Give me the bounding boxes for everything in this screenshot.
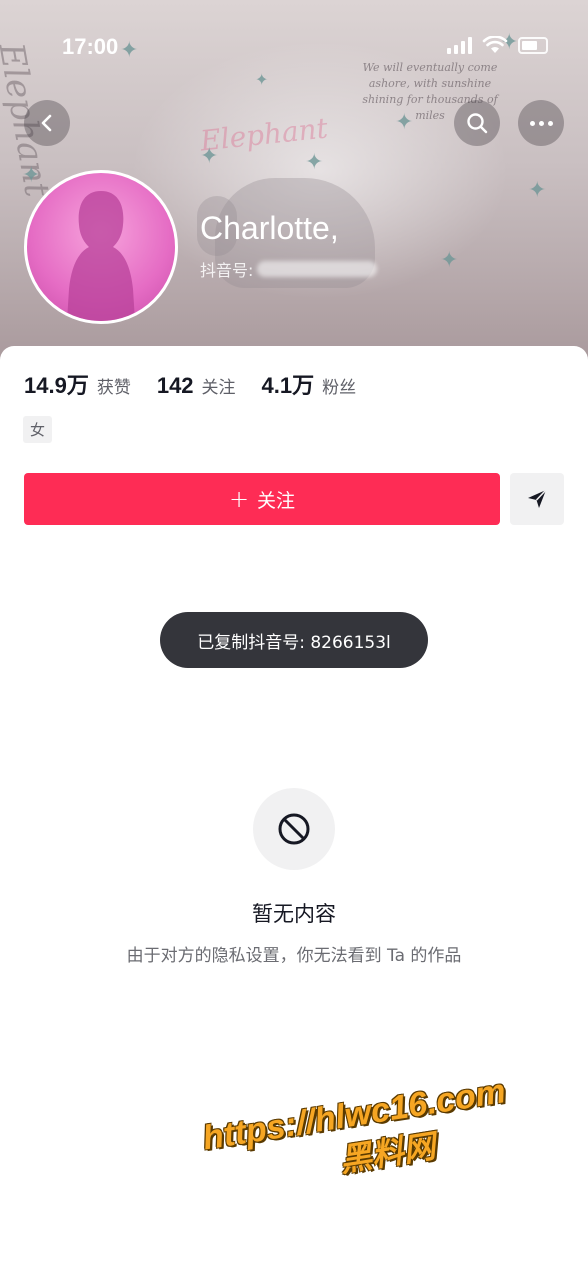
follow-button[interactable]: + 关注 bbox=[24, 473, 500, 525]
star-decoration: ✦ bbox=[395, 110, 414, 135]
paper-plane-icon bbox=[528, 489, 547, 508]
stat-likes-value: 14.9万 bbox=[24, 373, 89, 398]
stat-likes-label: 获赞 bbox=[96, 378, 131, 398]
empty-state-icon-wrapper bbox=[253, 788, 335, 870]
cellular-signal-icon bbox=[447, 36, 472, 54]
profile-stats: 14.9万 获赞 142 关注 4.1万 粉丝 bbox=[24, 368, 356, 400]
stat-following-label: 关注 bbox=[201, 378, 236, 398]
empty-state-description: 由于对方的隐私设置，你无法看到 Ta 的作品 bbox=[126, 946, 462, 966]
search-icon bbox=[467, 113, 488, 134]
search-button[interactable] bbox=[454, 100, 500, 146]
avatar-silhouette-image bbox=[67, 191, 135, 321]
star-decoration: ✦ bbox=[120, 38, 139, 63]
more-dots-icon bbox=[529, 120, 553, 126]
star-decoration: ✦ bbox=[528, 178, 547, 203]
empty-state-title: 暂无内容 bbox=[252, 902, 336, 926]
status-bar-icons bbox=[447, 36, 548, 54]
stat-followers-value: 4.1万 bbox=[261, 373, 315, 398]
wifi-icon bbox=[482, 36, 508, 53]
battery-icon bbox=[518, 37, 548, 54]
plus-icon: + bbox=[228, 485, 250, 513]
stat-likes[interactable]: 14.9万 获赞 bbox=[24, 368, 131, 400]
star-decoration: ✦ bbox=[200, 144, 219, 169]
star-decoration: ✦ bbox=[255, 70, 269, 89]
gender-tag: 女 bbox=[23, 416, 53, 443]
chevron-left-icon bbox=[41, 114, 52, 132]
douyin-id-value-redacted bbox=[257, 261, 378, 277]
stat-following[interactable]: 142 关注 bbox=[157, 373, 236, 399]
status-bar-time: 17:00 bbox=[62, 34, 119, 59]
douyin-id-label: 抖音号: bbox=[200, 261, 254, 280]
send-message-button[interactable] bbox=[510, 473, 564, 525]
star-decoration: ✦ bbox=[305, 150, 324, 175]
copy-toast: 已复制抖音号: 8266153l bbox=[160, 612, 428, 668]
more-options-button[interactable] bbox=[518, 100, 564, 146]
prohibited-icon bbox=[278, 813, 310, 845]
back-button[interactable] bbox=[24, 100, 70, 146]
stat-followers-label: 粉丝 bbox=[322, 378, 357, 398]
profile-username: Charlotte, bbox=[200, 210, 339, 246]
douyin-id[interactable]: 抖音号: bbox=[200, 257, 378, 281]
stat-followers[interactable]: 4.1万 粉丝 bbox=[262, 368, 357, 400]
star-decoration: ✦ bbox=[440, 248, 459, 273]
avatar[interactable] bbox=[24, 170, 178, 324]
star-decoration: ✦ bbox=[22, 163, 41, 188]
follow-button-label: 关注 bbox=[257, 489, 296, 512]
stat-following-value: 142 bbox=[156, 373, 194, 398]
